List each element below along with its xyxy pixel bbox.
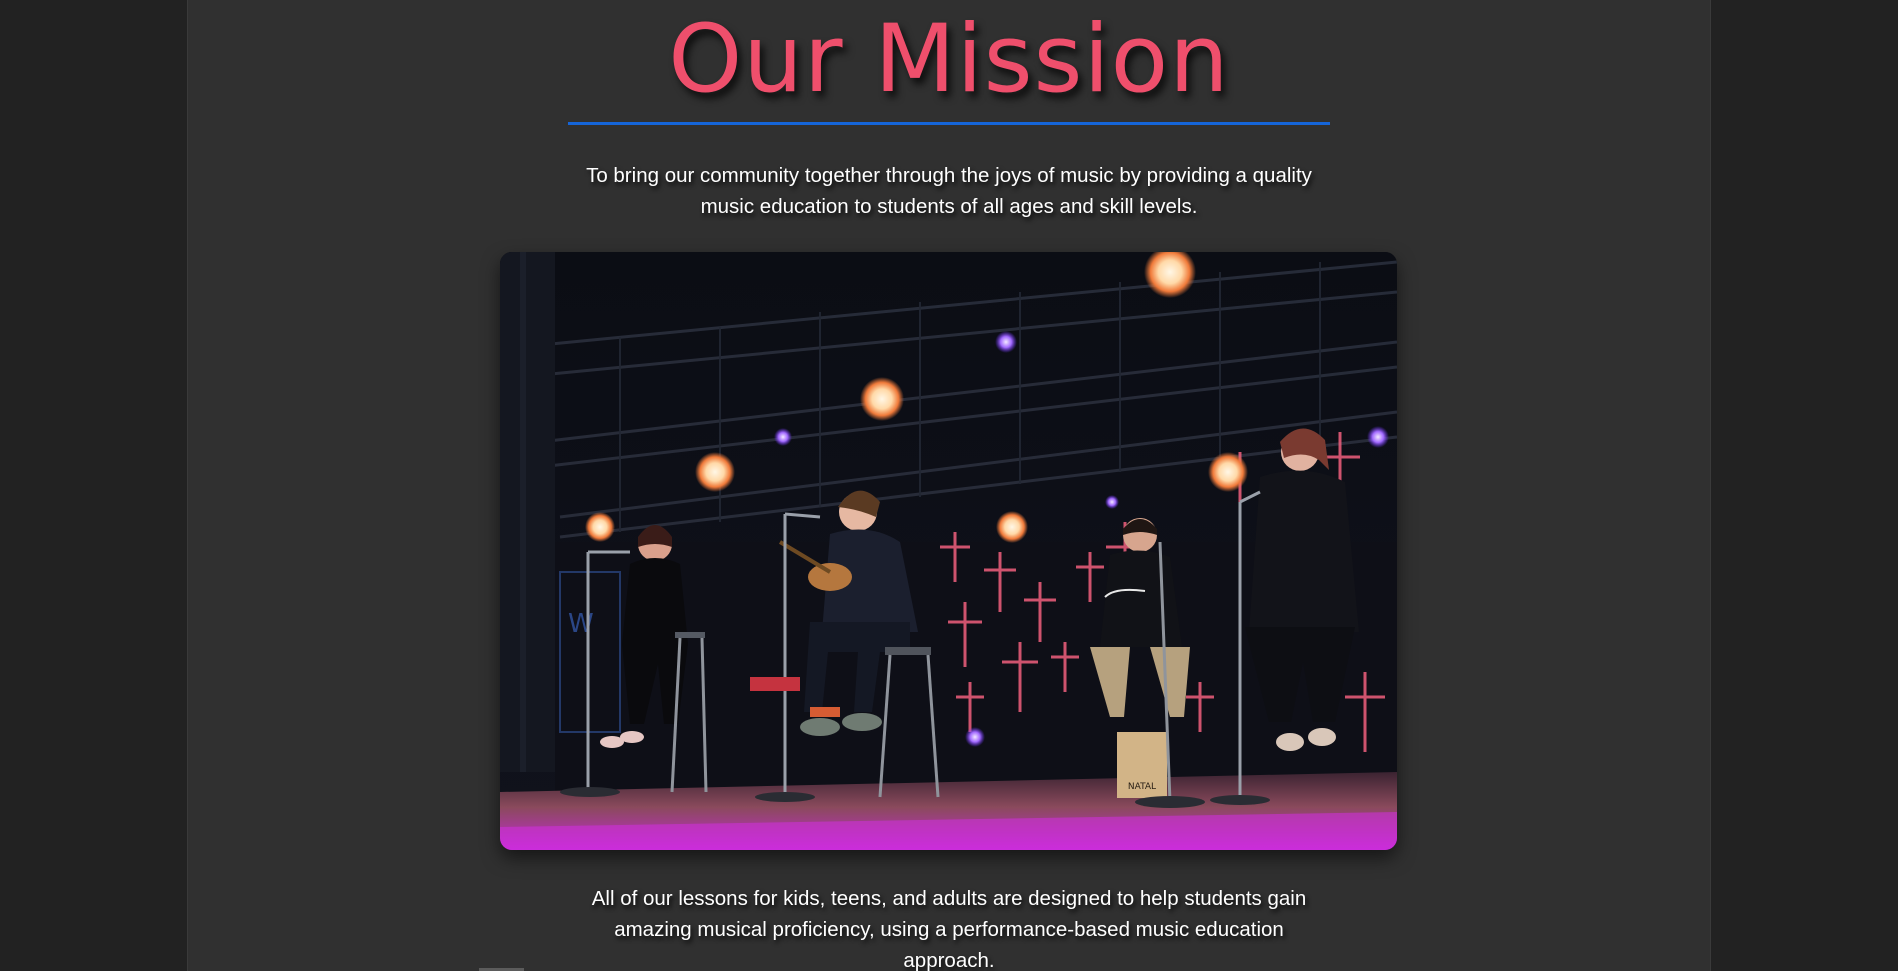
lessons-description: All of our lessons for kids, teens, and …: [591, 887, 1307, 971]
title-divider: [568, 122, 1330, 125]
mission-statement: To bring our community together through …: [586, 164, 1312, 218]
band-performance-photo: W NATAL: [500, 252, 1397, 850]
svg-text:W: W: [568, 609, 594, 639]
cajon-label: NATAL: [1128, 782, 1156, 792]
mission-title: Our Mission: [668, 5, 1230, 114]
mission-section: Our Mission To bring our community toget…: [188, 0, 1710, 971]
